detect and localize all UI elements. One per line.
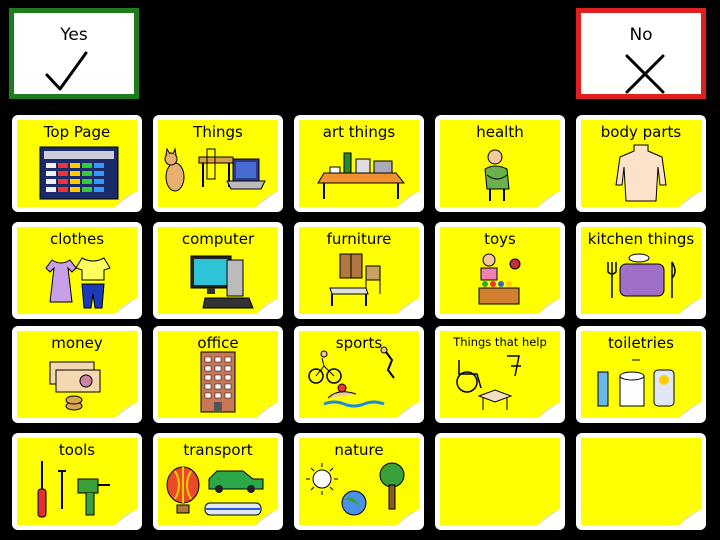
tile-toiletries[interactable]: toiletries xyxy=(576,326,706,423)
sick-person-icon xyxy=(484,149,510,201)
tile-health[interactable]: health xyxy=(435,115,565,212)
cat-table-laptop-icon xyxy=(164,147,266,192)
wheelchair-aids-icon xyxy=(456,355,521,410)
desktop-computer-icon xyxy=(190,255,254,309)
tile-empty-1[interactable] xyxy=(435,433,565,530)
transport-icon xyxy=(166,466,264,516)
tile-transport[interactable]: transport xyxy=(153,433,283,530)
tile-money[interactable]: money xyxy=(12,326,142,423)
tile-empty-2[interactable] xyxy=(576,433,706,530)
grid-board-icon xyxy=(39,146,119,200)
tile-nature[interactable]: nature xyxy=(294,433,424,530)
tools-icon xyxy=(37,461,110,518)
money-icon xyxy=(49,361,101,411)
tile-art-things[interactable]: art things xyxy=(294,115,424,212)
place-setting-icon xyxy=(607,253,676,298)
clothes-icon xyxy=(45,257,111,309)
office-building-icon xyxy=(200,351,236,413)
sports-icon xyxy=(308,346,395,408)
tile-things-that-help[interactable]: Things that help xyxy=(435,326,565,423)
tile-toys[interactable]: toys xyxy=(435,222,565,319)
tile-kitchen-things[interactable]: kitchen things xyxy=(576,222,706,319)
tile-top-page[interactable]: Top Page xyxy=(12,115,142,212)
cross-icon xyxy=(625,54,665,94)
tile-things[interactable]: Things xyxy=(153,115,283,212)
toiletries-icon xyxy=(597,359,675,407)
tile-body-parts[interactable]: body parts xyxy=(576,115,706,212)
toys-icon xyxy=(478,253,521,305)
no-button[interactable]: No xyxy=(576,8,706,99)
torso-icon xyxy=(615,144,667,202)
check-icon xyxy=(45,51,88,91)
tile-furniture[interactable]: furniture xyxy=(294,222,424,319)
tile-computer[interactable]: computer xyxy=(153,222,283,319)
nature-icon xyxy=(306,462,405,516)
tile-sports[interactable]: sports xyxy=(294,326,424,423)
tile-office[interactable]: office xyxy=(153,326,283,423)
furniture-icon xyxy=(329,253,381,306)
art-table-icon xyxy=(317,152,406,199)
yes-button[interactable]: Yes xyxy=(9,8,139,99)
tile-tools[interactable]: tools xyxy=(12,433,142,530)
tile-clothes[interactable]: clothes xyxy=(12,222,142,319)
